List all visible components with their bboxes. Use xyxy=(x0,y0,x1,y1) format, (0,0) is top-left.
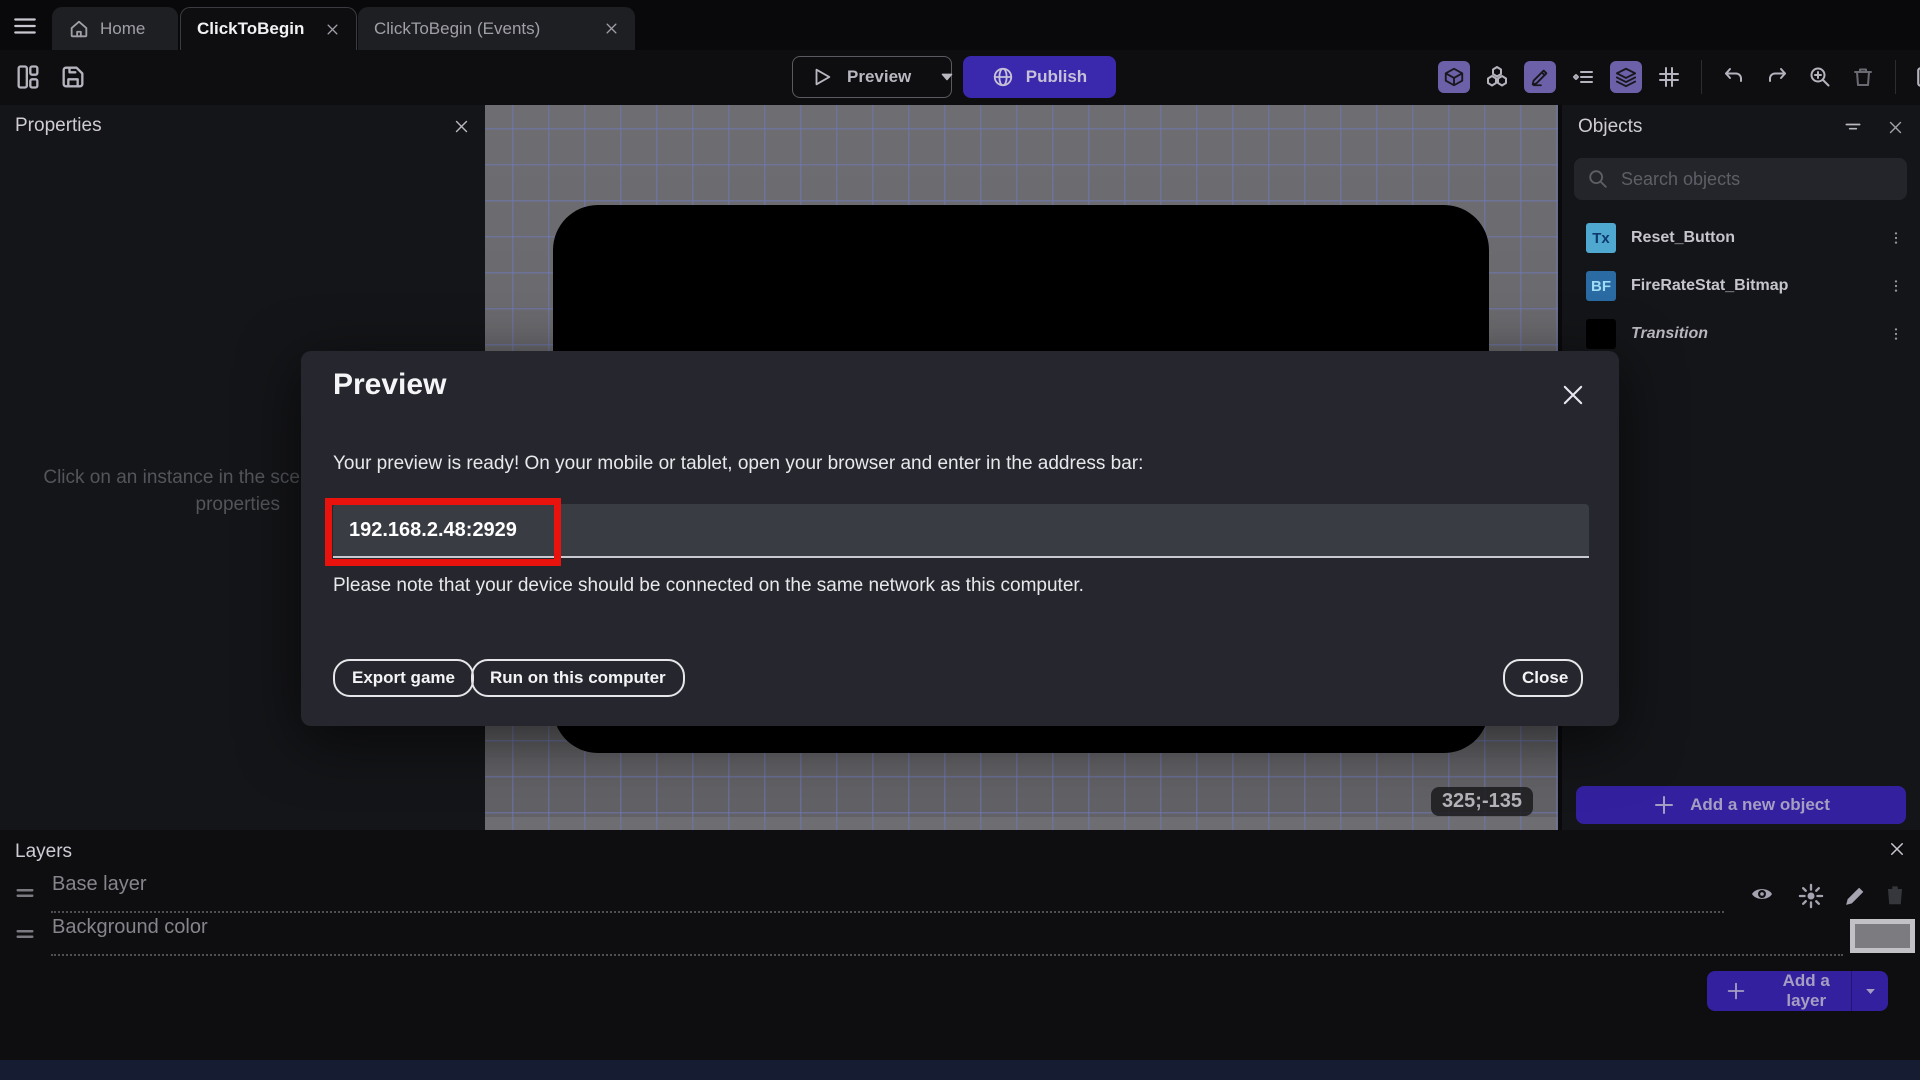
undo-icon[interactable] xyxy=(1718,61,1750,93)
edit-pencil-toggle-icon[interactable] xyxy=(1524,61,1556,93)
objects-search-box[interactable] xyxy=(1574,158,1907,200)
edit-events-sheet-icon[interactable] xyxy=(1912,61,1920,93)
tab-scene-events[interactable]: ClickToBegin (Events) xyxy=(358,7,635,50)
close-icon[interactable] xyxy=(1888,840,1906,858)
divider xyxy=(51,954,1843,956)
layers-panel-title: Layers xyxy=(15,841,73,862)
layers-toggle-icon[interactable] xyxy=(1610,61,1642,93)
preview-dialog: Preview Your preview is ready! On your m… xyxy=(301,351,1619,726)
tab-scene-label: ClickToBegin xyxy=(197,19,305,38)
3d-box-toggle-icon[interactable] xyxy=(1438,61,1470,93)
preview-dropdown-arrow-icon[interactable] xyxy=(939,69,955,85)
layer-visibility-eye-icon[interactable] xyxy=(1747,882,1777,906)
tab-home-label: Home xyxy=(100,18,146,38)
instance-properties-icon[interactable] xyxy=(1567,61,1599,93)
background-color-swatch[interactable] xyxy=(1850,919,1915,953)
object-list-item[interactable]: BF FireRateStat_Bitmap xyxy=(1562,263,1920,309)
kebab-menu-icon[interactable] xyxy=(1888,325,1904,343)
instances-cubes-icon[interactable] xyxy=(1481,61,1513,93)
cursor-coordinates-badge: 325;-135 xyxy=(1430,787,1533,816)
main-toolbar: Preview Publish xyxy=(0,50,1920,105)
objects-panel-title: Objects xyxy=(1578,116,1643,137)
object-name: Reset_Button xyxy=(1631,229,1736,246)
layer-name[interactable]: Background color xyxy=(52,916,208,939)
close-button[interactable]: Close xyxy=(1503,659,1583,697)
divider xyxy=(51,911,1724,913)
layer-delete-trash-icon[interactable] xyxy=(1882,882,1908,908)
divider xyxy=(1701,60,1702,94)
add-new-object-label: Add a new object xyxy=(1690,795,1830,814)
object-list-item[interactable]: Transition xyxy=(1562,311,1920,357)
search-icon xyxy=(1587,168,1609,190)
kebab-menu-icon[interactable] xyxy=(1888,277,1904,295)
properties-placeholder-text: properties xyxy=(195,494,281,515)
tab-events-label: ClickToBegin (Events) xyxy=(374,18,541,38)
close-icon[interactable] xyxy=(325,22,340,37)
divider xyxy=(1895,60,1896,94)
export-game-button[interactable]: Export game xyxy=(333,659,474,697)
tab-home[interactable]: Home xyxy=(52,7,178,50)
objects-search-input[interactable] xyxy=(1621,168,1871,190)
menu-icon[interactable] xyxy=(12,13,38,39)
text-object-icon: Tx xyxy=(1586,223,1616,253)
home-icon xyxy=(68,18,90,40)
zoom-icon[interactable] xyxy=(1804,61,1836,93)
close-icon[interactable] xyxy=(453,118,470,135)
plus-icon xyxy=(1725,980,1747,1002)
close-icon[interactable] xyxy=(1559,381,1587,409)
close-icon[interactable] xyxy=(1887,119,1904,136)
close-icon[interactable] xyxy=(604,21,619,36)
run-on-this-computer-button[interactable]: Run on this computer xyxy=(471,659,685,697)
save-icon[interactable] xyxy=(59,63,87,91)
layer-edit-pencil-icon[interactable] xyxy=(1843,883,1868,908)
add-layer-label: Add a layer xyxy=(1782,971,1830,1010)
object-name: Transition xyxy=(1631,325,1709,342)
tab-bar: Home ClickToBegin ClickToBegin (Events) xyxy=(0,0,1920,50)
window-bottom-edge xyxy=(0,1060,1920,1080)
filter-icon[interactable] xyxy=(1843,117,1863,137)
play-icon xyxy=(811,66,833,88)
layer-effects-icon[interactable] xyxy=(1797,882,1825,910)
properties-panel-title: Properties xyxy=(15,115,102,136)
add-layer-button[interactable]: Add a layer xyxy=(1707,971,1888,1011)
layer-name[interactable]: Base layer xyxy=(52,873,147,896)
dialog-note-text: Please note that your device should be c… xyxy=(333,575,1084,596)
plus-icon xyxy=(1652,793,1676,817)
bitmap-font-object-icon: BF xyxy=(1586,271,1616,301)
dialog-title: Preview xyxy=(333,368,447,401)
object-list-item[interactable]: Tx Reset_Button xyxy=(1562,215,1920,261)
panels-layout-icon[interactable] xyxy=(14,63,42,91)
publish-button[interactable]: Publish xyxy=(963,56,1116,98)
preview-button[interactable]: Preview xyxy=(792,56,955,98)
publish-button-label: Publish xyxy=(1025,67,1088,86)
sprite-object-icon xyxy=(1586,319,1616,349)
redo-icon[interactable] xyxy=(1761,61,1793,93)
kebab-menu-icon[interactable] xyxy=(1888,229,1904,247)
layers-panel: Layers Base layer Background color Add a… xyxy=(0,830,1920,1060)
preview-button-label: Preview xyxy=(847,67,912,86)
properties-placeholder-text: Click on an instance in the sce xyxy=(43,467,300,488)
tab-scene-clicktobegin[interactable]: ClickToBegin xyxy=(180,7,357,50)
preview-address-field[interactable] xyxy=(333,504,1589,558)
add-layer-dropdown-arrow-icon[interactable] xyxy=(1852,984,1888,999)
drag-handle-icon[interactable] xyxy=(12,882,38,904)
dialog-body-text: Your preview is ready! On your mobile or… xyxy=(333,453,1144,474)
globe-icon xyxy=(992,66,1014,88)
grid-icon[interactable] xyxy=(1653,61,1685,93)
object-name: FireRateStat_Bitmap xyxy=(1631,277,1789,294)
drag-handle-icon[interactable] xyxy=(12,923,38,945)
trash-icon[interactable] xyxy=(1847,61,1879,93)
add-new-object-button[interactable]: Add a new object xyxy=(1576,786,1906,824)
